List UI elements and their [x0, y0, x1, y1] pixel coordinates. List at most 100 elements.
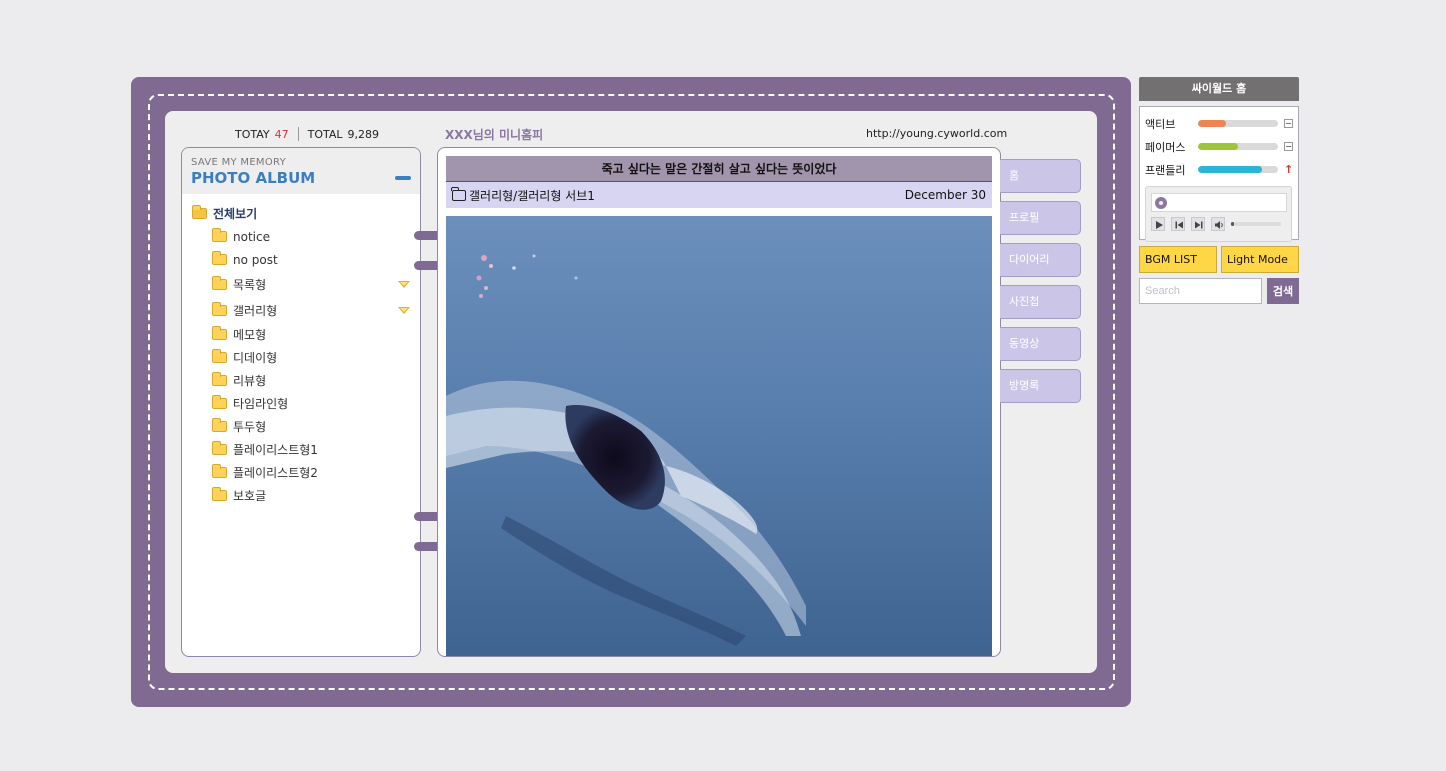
volume-icon[interactable] — [1211, 217, 1225, 231]
folder-item[interactable]: 플레이리스트형2 — [182, 461, 420, 484]
folder-icon — [212, 326, 227, 340]
expand-triangle-icon[interactable] — [398, 307, 410, 314]
collapse-button[interactable] — [395, 176, 411, 180]
folder-item-all[interactable]: 전체보기 — [182, 202, 420, 225]
next-icon[interactable] — [1191, 217, 1205, 231]
total-label: TOTAL — [307, 127, 343, 141]
expand-triangle-icon[interactable] — [398, 281, 410, 288]
folder-list: 전체보기 notice no post 목록형 갤러리형 메모형 디데이형 리뷰… — [182, 202, 420, 507]
stat-bar — [1198, 143, 1278, 150]
counter-divider — [297, 127, 299, 141]
folder-item[interactable]: 플레이리스트형1 — [182, 438, 420, 461]
sidebar-buttons: BGM LIST Light Mode — [1139, 246, 1299, 273]
folder-item[interactable]: 메모형 — [182, 323, 420, 346]
folder-icon — [212, 487, 227, 501]
minus-icon[interactable]: − — [1284, 142, 1293, 151]
today-count: 47 — [274, 127, 289, 141]
play-icon[interactable] — [1151, 217, 1165, 231]
volume-slider[interactable] — [1231, 222, 1281, 226]
tab-video[interactable]: 동영상 — [1000, 327, 1081, 361]
post-title: 죽고 싶다는 말은 간절히 살고 싶다는 뜻이었다 — [446, 156, 992, 182]
folder-icon — [212, 395, 227, 409]
album-subtitle: SAVE MY MEMORY — [191, 157, 287, 168]
visit-counter: TOTAY 47 TOTAL 9,289 — [235, 127, 379, 141]
folder-icon — [212, 441, 227, 455]
folder-item[interactable]: no post — [182, 248, 420, 271]
folder-icon — [212, 228, 227, 242]
folder-icon — [212, 251, 227, 265]
post-date: December 30 — [904, 188, 986, 202]
previous-icon[interactable] — [1171, 217, 1185, 231]
folder-label: 플레이리스트형1 — [233, 443, 318, 457]
search-button[interactable]: 검색 — [1267, 278, 1299, 304]
arrow-up-icon[interactable]: ↑ — [1284, 164, 1293, 175]
folder-item[interactable]: notice — [182, 225, 420, 248]
tab-home[interactable]: 홈 — [1000, 159, 1081, 193]
folder-icon — [212, 418, 227, 432]
folder-label: notice — [233, 229, 270, 244]
post-photo — [446, 216, 992, 656]
stat-famous: 페이머스 − — [1145, 135, 1293, 158]
cyworld-home-button[interactable]: 싸이월드 홈 — [1139, 77, 1299, 101]
search-row: 검색 — [1139, 278, 1299, 304]
folder-open-icon — [192, 205, 207, 219]
folder-label: 갤러리형 — [233, 303, 278, 318]
tab-diary[interactable]: 다이어리 — [1000, 243, 1081, 277]
post-panel: 죽고 싶다는 말은 간절히 살고 싶다는 뜻이었다 갤러리형/갤러리형 서브1 … — [437, 147, 1001, 657]
folder-icon — [212, 372, 227, 386]
stat-label: 페이머스 — [1145, 140, 1186, 154]
folder-icon — [212, 349, 227, 363]
folder-label: 목록형 — [233, 277, 267, 292]
stat-bar-fill — [1198, 143, 1238, 150]
folder-label: 디데이형 — [233, 351, 278, 365]
stat-bar — [1198, 120, 1278, 127]
folder-item[interactable]: 리뷰형 — [182, 369, 420, 392]
folder-item[interactable]: 갤러리형 — [182, 297, 420, 323]
minus-icon[interactable]: − — [1284, 119, 1293, 128]
search-input[interactable] — [1139, 278, 1262, 304]
folder-item[interactable]: 투두형 — [182, 415, 420, 438]
folder-icon — [212, 464, 227, 478]
homepage-title: XXX님의 미니홈피 — [445, 128, 544, 142]
album-title: PHOTO ALBUM — [191, 169, 316, 187]
volume-fill — [1231, 222, 1234, 226]
folder-item[interactable]: 디데이형 — [182, 346, 420, 369]
folder-label: 메모형 — [233, 328, 267, 342]
folder-item[interactable]: 목록형 — [182, 271, 420, 297]
stat-bar — [1198, 166, 1278, 173]
tab-profile[interactable]: 프로필 — [1000, 201, 1081, 235]
folder-label: 플레이리스트형2 — [233, 466, 318, 480]
folder-label: 보호글 — [233, 489, 267, 503]
tab-photo-album[interactable]: 사진첩 — [1000, 285, 1081, 319]
homepage-url[interactable]: http://young.cyworld.com — [866, 127, 1007, 140]
menu-tabs: 홈 프로필 다이어리 사진첩 동영상 방명록 — [1000, 159, 1081, 411]
album-header: SAVE MY MEMORY PHOTO ALBUM — [182, 148, 420, 194]
folder-icon — [451, 186, 466, 201]
stat-active: 액티브 − — [1145, 112, 1293, 135]
underwater-photo-image — [446, 216, 992, 656]
stat-label: 액티브 — [1145, 117, 1176, 131]
stats-box: 액티브 − 페이머스 − 프랜들리 ↑ — [1139, 106, 1299, 242]
stat-bar-fill — [1198, 166, 1262, 173]
bgm-list-button[interactable]: BGM LIST — [1139, 246, 1217, 273]
folder-item[interactable]: 보호글 — [182, 484, 420, 507]
tab-guestbook[interactable]: 방명록 — [1000, 369, 1081, 403]
post-meta: 갤러리형/갤러리형 서브1 December 30 — [446, 182, 992, 208]
disc-icon — [1155, 196, 1167, 209]
folder-label: 투두형 — [233, 420, 267, 434]
folder-label: no post — [233, 252, 278, 267]
folder-icon — [212, 301, 227, 316]
stat-label: 프랜들리 — [1145, 163, 1186, 177]
folder-label: 전체보기 — [213, 207, 258, 221]
folder-label: 리뷰형 — [233, 374, 267, 388]
track-display — [1151, 193, 1287, 212]
stat-friendly: 프랜들리 ↑ — [1145, 158, 1293, 181]
right-sidebar: 싸이월드 홈 액티브 − 페이머스 − 프랜들리 ↑ BGM LIST Ligh… — [1139, 77, 1299, 304]
album-sidebar: SAVE MY MEMORY PHOTO ALBUM 전체보기 notice n… — [181, 147, 421, 657]
stat-bar-fill — [1198, 120, 1226, 127]
bgm-player — [1145, 186, 1292, 242]
post-path-label[interactable]: 갤러리형/갤러리형 서브1 — [469, 187, 595, 204]
light-mode-button[interactable]: Light Mode — [1221, 246, 1299, 273]
folder-item[interactable]: 타임라인형 — [182, 392, 420, 415]
player-controls — [1151, 217, 1286, 231]
